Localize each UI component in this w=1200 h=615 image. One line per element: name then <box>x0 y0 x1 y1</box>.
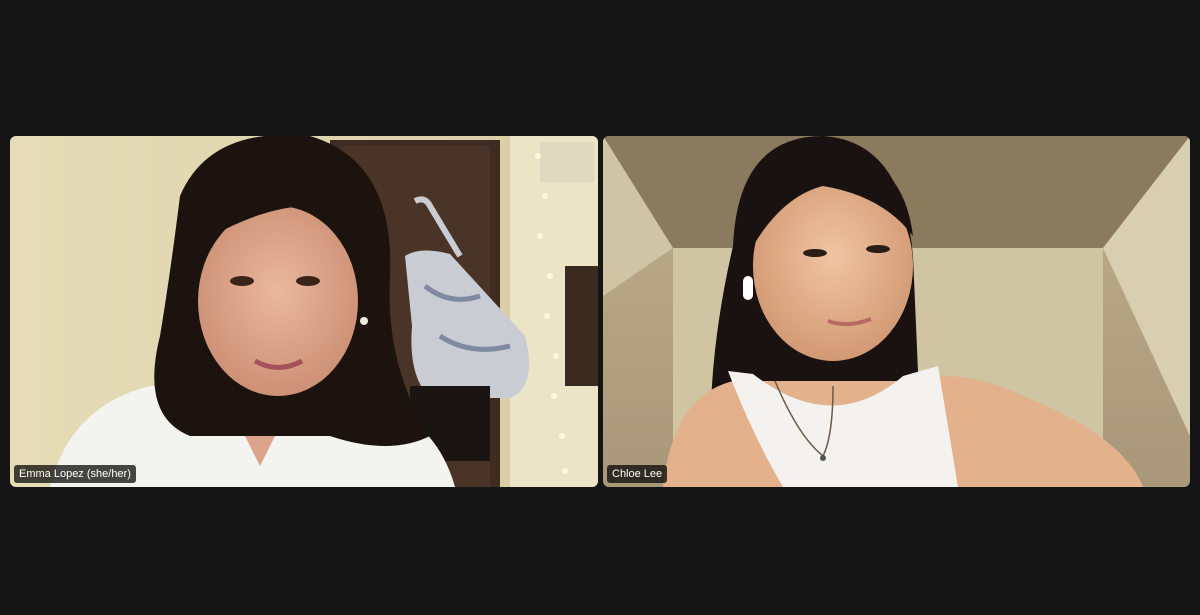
participant-name-label: Chloe Lee <box>607 465 668 483</box>
video-gallery: Emma Lopez (she/her) Chloe Lee <box>0 0 1200 615</box>
participant-tile-emma[interactable]: Emma Lopez (she/her) <box>10 136 598 487</box>
participant-name-label: Emma Lopez (she/her) <box>14 465 136 483</box>
participant-tile-chloe[interactable]: Chloe Lee <box>603 136 1190 487</box>
participant-video-emma <box>10 136 598 487</box>
participant-video-chloe <box>603 136 1190 487</box>
